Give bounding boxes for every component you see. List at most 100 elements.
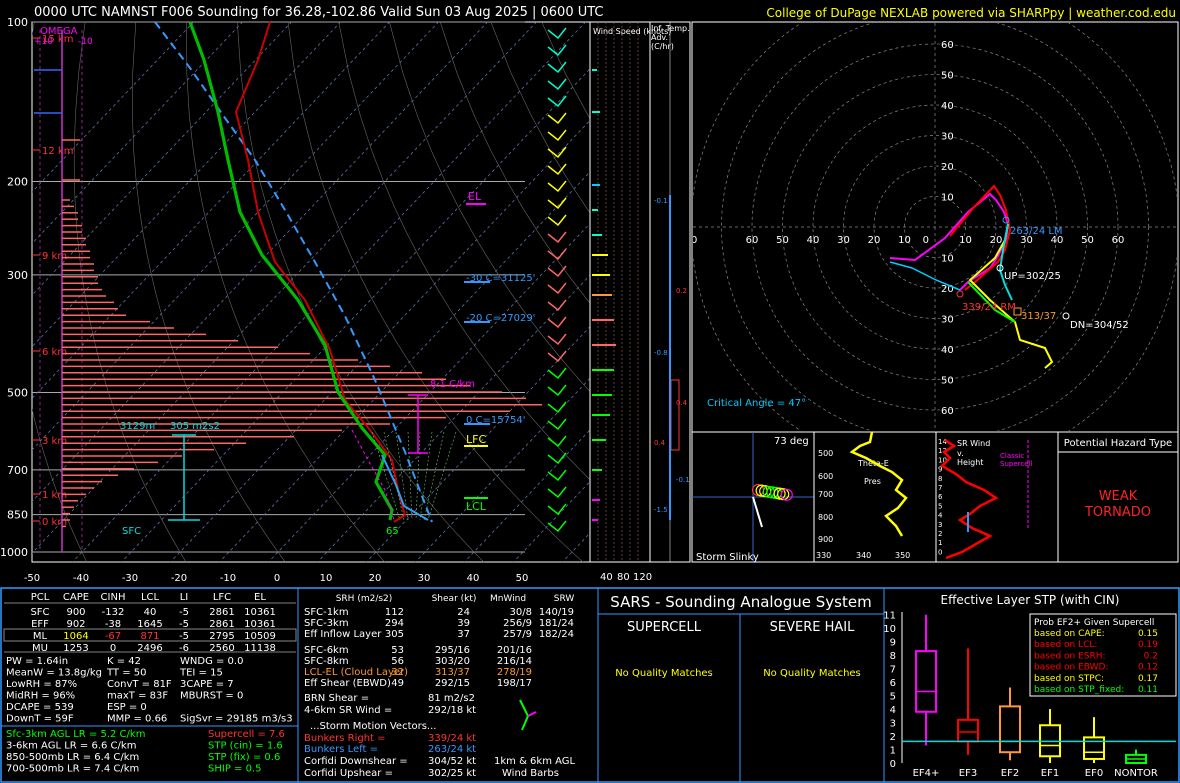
svg-text:60: 60 (1112, 235, 1125, 246)
kine-cell: 140/19 (539, 607, 574, 618)
critical-angle: Critical Angle = 47° (707, 398, 806, 409)
wind-speed-panel: Wind Speed (knots) 40 80 120 (589, 21, 671, 583)
kine-cell: 294 (385, 618, 404, 629)
slinky-rings (751, 483, 793, 501)
kine-cell: 181/24 (539, 618, 574, 629)
svg-text:10: 10 (959, 235, 972, 246)
svg-text:50: 50 (941, 71, 954, 82)
svg-text:4: 4 (938, 512, 943, 520)
svg-text:EL: EL (254, 592, 266, 603)
kine-cell: 24 (457, 607, 470, 618)
height-label: 1 km (42, 490, 67, 501)
wind-barb (547, 401, 567, 414)
srh-label: 305 m2s2 (170, 421, 220, 432)
stp-ytick: 11 (883, 611, 896, 622)
pressure-tick: 100 (7, 16, 28, 29)
stp-ytick: 1 (890, 746, 896, 757)
kine-cell: 278/19 (497, 667, 532, 678)
stp-box (957, 718, 979, 743)
wind-barb (547, 333, 567, 346)
wind-barb (547, 350, 567, 363)
lapse-label: 8.1 C/km (430, 379, 475, 390)
sr-wind-panel: SR Wind v.Height Classic Supercell 14121… (935, 431, 1059, 563)
virtual-trace (351, 429, 395, 521)
pressure-tick: 500 (7, 386, 28, 399)
svg-text:Wind Barbs: Wind Barbs (502, 768, 559, 779)
sars-panel: SARS - Sounding Analogue System SUPERCEL… (610, 593, 871, 679)
lm-label: 263/24 LM (1010, 226, 1063, 237)
index-value: MMP = 0.66 (107, 714, 167, 725)
wind-barb (547, 486, 567, 499)
sars-supercell: SUPERCELL (627, 620, 702, 635)
wind-barb (547, 197, 567, 210)
index-value: MidRH = 96% (6, 691, 75, 702)
inf-temp-values: -0.1 0.2 -0.8 0.4 0.4 -0.1 -1.5 (654, 195, 690, 520)
wind-speed-tick-120: 120 (633, 572, 652, 583)
index-value: LowRH = 87% (6, 679, 77, 690)
parcel-cell: 11138 (244, 643, 276, 654)
prob-list: based on CAPE: 0.15 based on LCL: 0.19 based… (1034, 629, 1158, 695)
inf-temp-value: 0.2 (676, 287, 687, 295)
hazard-title: Potential Hazard Type (1064, 438, 1172, 449)
index-value: DCAPE = 539 (6, 702, 74, 713)
sfc-label: SFC (122, 526, 141, 537)
svg-text:10: 10 (898, 235, 911, 246)
svg-text:900: 900 (818, 535, 833, 544)
kine-cell: 256/9 (503, 618, 532, 629)
svg-text:SRH (m2/s2): SRH (m2/s2) (336, 594, 393, 604)
svg-text:0: 0 (923, 235, 929, 246)
svg-text:30: 30 (941, 315, 954, 326)
stp-box (1083, 736, 1105, 760)
svg-text:20: 20 (990, 235, 1003, 246)
index-value: ConvT = 81F (107, 679, 172, 690)
svg-text:330: 330 (816, 551, 831, 560)
temp-tick: 30 (418, 573, 431, 584)
svg-text:4-6km SR Wind =: 4-6km SR Wind = (304, 705, 392, 716)
kine-label: SFC-8km (304, 656, 349, 667)
temp-tick: 0 (274, 573, 280, 584)
prob-label: based on EBWD: (1034, 663, 1109, 673)
wind-barb (547, 265, 567, 278)
el-label: EL (468, 190, 482, 203)
prob-value: 0.12 (1138, 663, 1158, 673)
svg-text:Corfidi Downshear =: Corfidi Downshear = (304, 756, 408, 767)
temp-tick: -30 (122, 573, 138, 584)
inf-temp-value: 0.4 (676, 399, 688, 407)
stp-ytick: 10 (883, 624, 896, 635)
skewt-frame (31, 21, 591, 563)
svg-text:50: 50 (776, 235, 789, 246)
stp-panel: Effective Layer STP (with CIN) 0 1 2 3 4 5 6 7 8… (883, 593, 1177, 779)
parcel-cell: 2560 (209, 643, 234, 654)
temp-tick: -40 (73, 573, 89, 584)
parcel-cell: 1645 (137, 619, 162, 630)
temp-axis: -50 -40 -30 -20 -10 0 10 20 30 40 50 (24, 573, 529, 584)
kine-cell: 39 (457, 618, 470, 629)
omega-right: -10 (78, 37, 93, 47)
hazard-panel: Potential Hazard Type WEAK TORNADO (1057, 431, 1179, 563)
temp-tick: 40 (467, 573, 480, 584)
indices: PW = 1.64inMeanW = 13.8g/kgLowRH = 87%Mi… (6, 656, 293, 725)
theta-e-panel: Theta-E Pres 500 600 700 800 900 330 340… (813, 431, 937, 563)
wind-barb (547, 418, 567, 431)
wind-barb (547, 78, 567, 91)
slinky-label: Storm Slinky (696, 552, 759, 563)
omega-profile (34, 30, 542, 552)
lapse-rate: 700-500mb LR = 7.4 C/km (6, 764, 139, 775)
parcel-cell: MU (32, 643, 48, 654)
stp-category: NONTOR (1114, 768, 1158, 779)
parcel-cell: 1253 (63, 643, 88, 654)
sars-hail: SEVERE HAIL (770, 620, 855, 635)
parcel-cell: 1064 (63, 631, 88, 642)
prob-value: 0.17 (1138, 674, 1158, 684)
depth-label: 3129m (120, 421, 155, 432)
index-value: PW = 1.64in (6, 656, 68, 667)
prob-value: 0.19 (1138, 640, 1158, 650)
wind-barb (547, 435, 567, 448)
prob-label: based on LCL: (1034, 640, 1097, 650)
kine-cell: 257/9 (503, 629, 532, 640)
parcel-cell: 902 (66, 619, 85, 630)
svg-text:600: 600 (818, 472, 833, 481)
index-value: DownT = 59F (6, 714, 74, 725)
stp-box (915, 650, 937, 713)
pressure-tick: 300 (7, 269, 28, 282)
